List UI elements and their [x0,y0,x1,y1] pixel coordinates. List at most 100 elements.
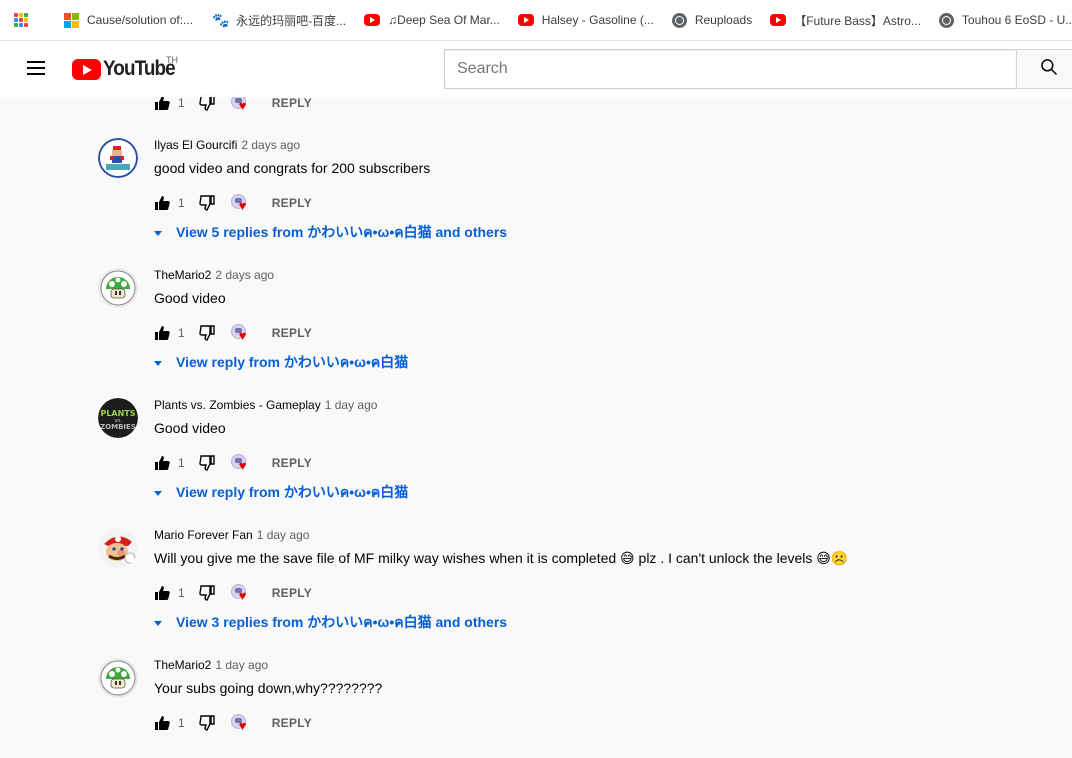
comment-author[interactable]: TheMario2 [154,658,211,672]
caret-down-icon [154,490,162,496]
comment-thread: Ilyas El Gourcifi 2 days ago good video a… [0,138,1072,268]
search-button[interactable] [1016,49,1072,89]
like-count: 1 [178,96,185,110]
reply-button[interactable]: REPLY [272,456,312,470]
youtube-icon [517,14,534,26]
view-replies-link[interactable]: View 5 replies from かわいいค•ω•ค白猫 and othe… [152,222,507,244]
logo-text: YouTube [103,57,176,80]
comment-author[interactable]: Mario Forever Fan [154,528,253,542]
bookmark-label: 永远的玛丽吧-百度... [236,13,347,28]
creator-heart-icon: ♥ [230,584,251,602]
thumbs-down-icon[interactable] [198,585,215,601]
bookmark-item[interactable]: Cause/solution of:... [64,12,194,28]
bookmark-label: Cause/solution of:... [87,13,194,27]
thumbs-up-icon[interactable] [154,195,170,211]
bookmarks-bar: Cause/solution of:... 🐾 永远的玛丽吧-百度... ♫De… [0,0,1072,41]
globe-icon [671,12,687,28]
youtube-logo[interactable]: YouTube TH [72,55,183,81]
comment-text: Good video [154,290,226,306]
comment-timestamp[interactable]: 1 day ago [257,528,310,542]
comment-timestamp[interactable]: 2 days ago [241,138,300,152]
comment-text: Will you give me the save file of MF mil… [154,550,849,566]
globe-icon [938,12,954,28]
comment-thread: PLANTS vs. ZOMBIES Plants vs. Zombies - … [0,398,1072,528]
like-count: 1 [178,586,185,600]
youtube-icon [364,14,381,26]
search-box [444,49,1017,89]
view-replies-link[interactable]: View reply from かわいいค•ω•ค白猫 [152,482,408,504]
thumbs-down-icon[interactable] [198,95,215,111]
comment-actions: 1 ♥ REPLY [154,583,312,603]
avatar[interactable] [98,138,138,178]
comment-thread: TheMario2 1 day ago Your subs going down,… [0,658,1072,758]
masthead: YouTube TH [0,41,1072,97]
bookmark-item[interactable]: Halsey - Gasoline (... [517,13,654,27]
search-input[interactable] [445,50,1016,88]
view-replies-link[interactable]: View 3 replies from かわいいค•ω•ค白猫 and othe… [152,612,507,634]
creator-heart-icon: ♥ [230,454,251,472]
bookmark-item[interactable]: 🐾 永远的玛丽吧-百度... [212,12,346,29]
search-icon [1039,57,1059,82]
view-replies-link[interactable]: View reply from かわいいค•ω•ค白猫 [152,352,408,374]
svg-text:PLANTS: PLANTS [100,409,135,418]
creator-heart-icon: ♥ [230,714,251,732]
comment-timestamp[interactable]: 1 day ago [325,398,378,412]
thumbs-down-icon[interactable] [198,715,215,731]
bookmark-label: 【Future Bass】Astro... [794,13,921,28]
thumbs-down-icon[interactable] [198,455,215,471]
bookmark-label: Halsey - Gasoline (... [541,13,654,27]
bookmark-label: Touhou 6 EoSD - U... [961,13,1072,27]
microsoft-icon [64,12,79,28]
creator-heart-icon: ♥ [230,194,251,212]
like-count: 1 [178,456,185,470]
comment-text: Good video [154,420,226,436]
view-replies-label: View reply from かわいいค•ω•ค白猫 [176,484,409,500]
comment-author[interactable]: Ilyas El Gourcifi [154,138,237,152]
apps-grid-icon[interactable] [14,13,28,27]
caret-down-icon [154,230,162,236]
reply-button[interactable]: REPLY [272,586,312,600]
youtube-icon [770,14,787,26]
comment-actions: 1 ♥ REPLY [154,193,312,213]
bookmark-item[interactable]: Touhou 6 EoSD - U... [938,12,1072,28]
avatar[interactable]: PLANTS vs. ZOMBIES [98,398,138,438]
avatar[interactable] [98,658,138,698]
comment-timestamp[interactable]: 2 days ago [215,268,274,282]
comment-text: good video and congrats for 200 subscrib… [154,160,431,176]
comment-author[interactable]: Plants vs. Zombies - Gameplay [154,398,321,412]
view-replies-label: View reply from かわいいค•ω•ค白猫 [176,354,409,370]
caret-down-icon [154,360,162,366]
view-replies-label: View 3 replies from かわいいค•ω•ค白猫 and othe… [176,614,508,630]
comment-author[interactable]: TheMario2 [154,268,211,282]
comment-actions: 1 ♥ REPLY [154,323,312,343]
menu-icon[interactable] [27,61,45,75]
comment-text: Your subs going down,why???????? [154,680,383,696]
avatar[interactable] [98,528,138,568]
baidu-paw-icon: 🐾 [212,12,230,28]
avatar[interactable] [98,268,138,308]
comment-actions: 1 ♥ REPLY [154,453,312,473]
thumbs-down-icon[interactable] [198,325,215,341]
bookmark-label: Reuploads [694,13,753,27]
thumbs-up-icon[interactable] [154,585,170,601]
bookmark-item[interactable]: Reuploads [671,12,753,28]
reply-button[interactable]: REPLY [272,326,312,340]
thumbs-up-icon[interactable] [154,455,170,471]
reply-button[interactable]: REPLY [272,716,312,730]
comment-timestamp[interactable]: 1 day ago [215,658,268,672]
comment-thread: TheMario2 2 days ago Good video 1 ♥ REPLY… [0,268,1072,398]
youtube-play-icon [72,58,101,80]
reply-button[interactable]: REPLY [272,196,312,210]
svg-text:ZOMBIES: ZOMBIES [100,423,136,431]
caret-down-icon [154,620,162,626]
bookmark-item[interactable]: ♫Deep Sea Of Mar... [364,13,500,27]
thumbs-down-icon[interactable] [198,195,215,211]
like-count: 1 [178,326,185,340]
reply-button[interactable]: REPLY [272,96,312,110]
bookmark-label: ♫Deep Sea Of Mar... [388,13,500,27]
view-replies-label: View 5 replies from かわいいค•ω•ค白猫 and othe… [176,224,508,240]
thumbs-up-icon[interactable] [154,325,170,341]
thumbs-up-icon[interactable] [154,715,170,731]
thumbs-up-icon[interactable] [154,95,170,111]
bookmark-item[interactable]: 【Future Bass】Astro... [770,12,921,29]
